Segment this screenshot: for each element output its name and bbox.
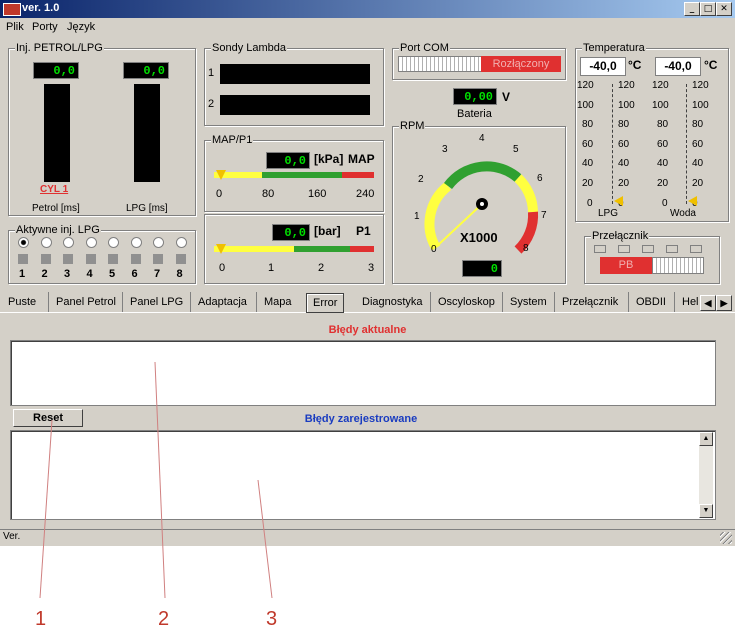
callout-3: 3 [266, 608, 278, 630]
callout-2: 2 [158, 608, 170, 630]
callout-1: 1 [35, 608, 47, 630]
callout-lines [39, 361, 273, 599]
